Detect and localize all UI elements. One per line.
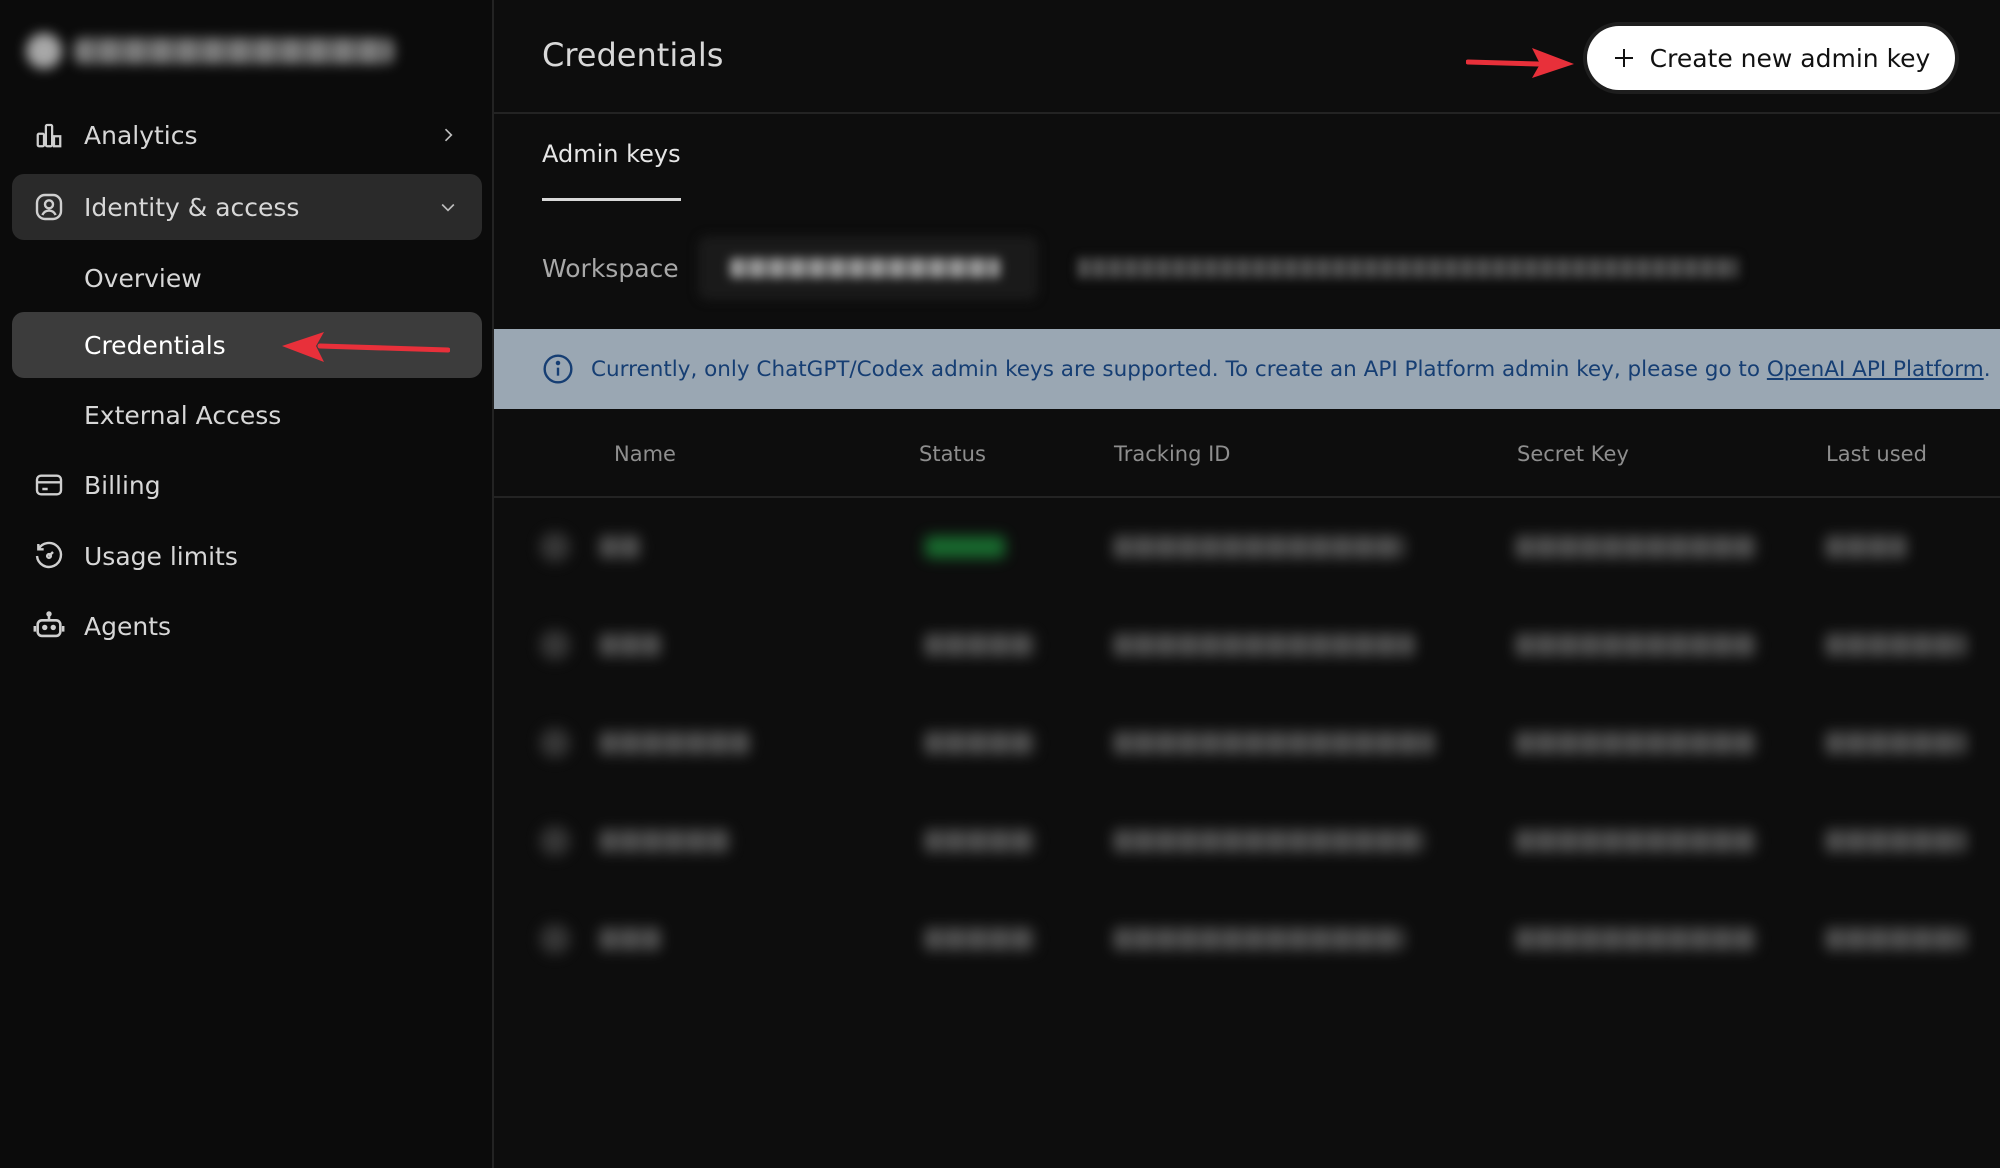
sidebar: Analytics Identity & access Overview Cre… [0, 0, 494, 1168]
redacted-cell [600, 928, 660, 950]
table-row[interactable] [500, 696, 2000, 794]
workspace-label: Workspace [542, 254, 679, 283]
sidebar-item-overview[interactable]: Overview [12, 245, 482, 311]
status-badge [925, 928, 1035, 950]
column-header-last-used[interactable]: Last used [1826, 442, 1927, 466]
redacted-cell [1516, 830, 1756, 852]
plus-icon [1614, 49, 1633, 67]
chevron-right-icon [444, 128, 453, 142]
sidebar-item-agents[interactable]: Agents [12, 593, 482, 659]
column-header-tracking-id[interactable]: Tracking ID [1114, 442, 1230, 466]
organization-switcher[interactable] [26, 28, 416, 74]
redacted-cell [1114, 536, 1404, 558]
key-icon [540, 826, 570, 856]
redacted-cell [1826, 928, 1966, 950]
organization-name-redacted [74, 38, 394, 64]
sidebar-item-label: Credentials [84, 330, 226, 360]
info-banner: Currently, only ChatGPT/Codex admin keys… [494, 329, 2000, 409]
table-header: Name Status Tracking ID Secret Key Last … [494, 422, 2000, 498]
table-row[interactable] [500, 892, 2000, 990]
info-banner-text: Currently, only ChatGPT/Codex admin keys… [591, 357, 1991, 382]
key-icon [540, 728, 570, 758]
column-header-name[interactable]: Name [614, 442, 676, 466]
key-icon [540, 924, 570, 954]
status-badge [925, 634, 1035, 656]
main-content: Credentials Create new admin key Admin k… [494, 0, 2000, 1168]
sidebar-item-analytics[interactable]: Analytics [12, 102, 482, 168]
redacted-cell [1516, 732, 1756, 754]
annotation-arrow-icon [282, 332, 450, 362]
admin-keys-table-body-redacted [500, 500, 2000, 1010]
user-shield-icon [32, 190, 66, 224]
create-admin-key-button[interactable]: Create new admin key [1587, 26, 1955, 90]
credit-card-icon [32, 468, 66, 502]
redacted-cell [1826, 634, 1966, 656]
redacted-cell [1516, 634, 1756, 656]
status-badge [925, 830, 1035, 852]
info-banner-period: . [1983, 356, 1991, 382]
sidebar-item-billing[interactable]: Billing [12, 452, 482, 518]
page-header: Credentials Create new admin key [494, 0, 2000, 114]
info-icon [543, 354, 573, 384]
column-header-status[interactable]: Status [919, 442, 986, 466]
sidebar-item-external-access[interactable]: External Access [12, 382, 482, 448]
info-banner-message: Currently, only ChatGPT/Codex admin keys… [591, 356, 1767, 382]
workspace-select-redacted[interactable] [698, 236, 1038, 300]
openai-api-platform-link[interactable]: OpenAI API Platform [1767, 357, 1984, 382]
table-row[interactable] [500, 598, 2000, 696]
sidebar-item-label: Usage limits [84, 541, 238, 571]
table-row[interactable] [500, 794, 2000, 892]
sidebar-item-identity-access[interactable]: Identity & access [12, 174, 482, 240]
redacted-cell [1826, 830, 1966, 852]
key-icon [540, 532, 570, 562]
redacted-cell [600, 536, 640, 558]
redacted-cell [1516, 536, 1756, 558]
sidebar-item-label: Billing [84, 470, 161, 500]
bar-chart-icon [32, 118, 66, 152]
redacted-cell [1114, 830, 1424, 852]
status-badge [925, 732, 1035, 754]
table-row[interactable] [500, 500, 2000, 598]
chevron-down-icon [441, 203, 455, 212]
redacted-cell [600, 732, 750, 754]
redacted-cell [600, 634, 660, 656]
tab-admin-keys[interactable]: Admin keys [542, 140, 681, 201]
create-admin-key-label: Create new admin key [1649, 43, 1931, 73]
redacted-cell [600, 830, 730, 852]
page-title: Credentials [542, 36, 724, 74]
key-icon [540, 630, 570, 660]
sidebar-item-label: Agents [84, 611, 172, 641]
sidebar-item-label: Identity & access [84, 192, 300, 222]
sidebar-item-credentials[interactable]: Credentials [12, 312, 482, 378]
sidebar-item-usage-limits[interactable]: Usage limits [12, 523, 482, 589]
sidebar-item-label: Analytics [84, 120, 198, 150]
sidebar-item-label: External Access [84, 400, 282, 430]
column-header-secret-key[interactable]: Secret Key [1517, 442, 1629, 466]
redacted-cell [1826, 536, 1906, 558]
sidebar-item-label: Overview [84, 263, 202, 293]
redacted-cell [1114, 928, 1404, 950]
gauge-icon [32, 539, 66, 573]
tab-bar: Admin keys [542, 140, 681, 201]
organization-avatar [26, 33, 62, 69]
redacted-cell [1114, 634, 1414, 656]
workspace-id-redacted [1078, 236, 1738, 300]
redacted-cell [1826, 732, 1966, 754]
annotation-arrow-icon [1466, 48, 1574, 78]
status-badge [925, 536, 1005, 558]
redacted-cell [1516, 928, 1756, 950]
redacted-cell [1114, 732, 1434, 754]
robot-icon [32, 609, 66, 643]
